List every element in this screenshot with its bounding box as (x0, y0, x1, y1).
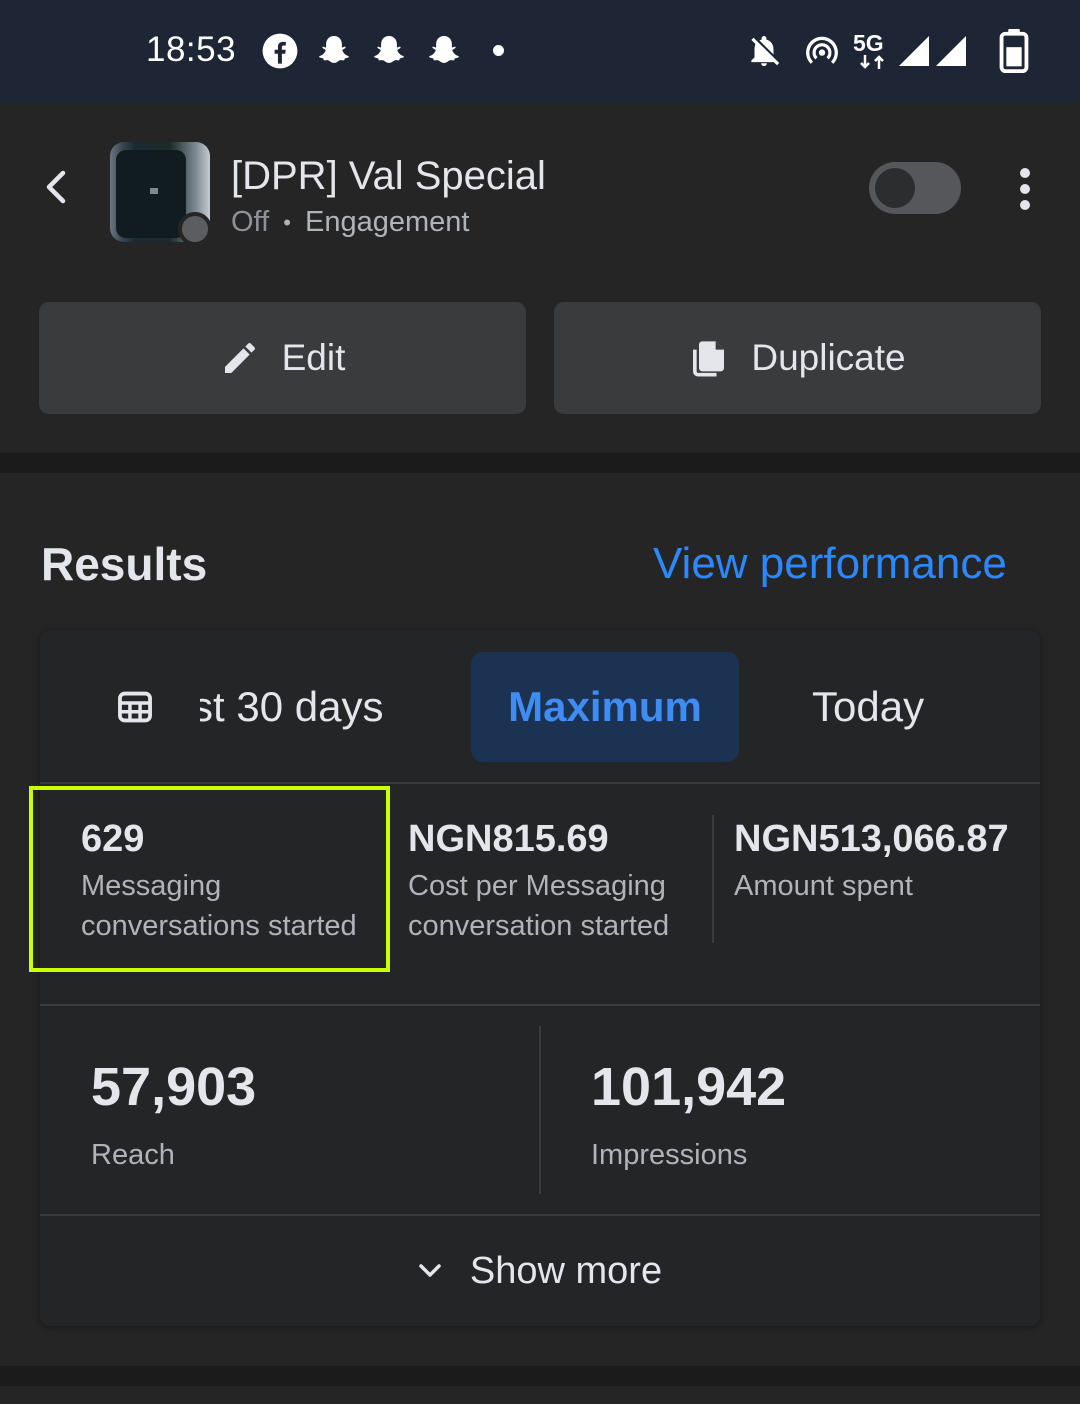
show-more-label: Show more (469, 1249, 663, 1292)
edit-button[interactable]: Edit (39, 302, 526, 414)
campaign-subtitle: Off • Engagement (231, 206, 469, 239)
campaign-name: [DPR] Val Special (231, 154, 546, 198)
results-title: Results (41, 538, 208, 590)
status-time: 18:53 (146, 30, 237, 69)
back-arrow-icon[interactable] (38, 164, 74, 210)
impressions-label: Impressions (591, 1139, 748, 1171)
impressions-value: 101,942 (591, 1057, 787, 1117)
chevron-down-icon (419, 1264, 441, 1277)
metric-divider (712, 815, 714, 943)
show-more-button[interactable]: Show more (40, 1216, 1040, 1326)
more-options-icon[interactable] (1010, 166, 1040, 212)
reach-value: 57,903 (91, 1057, 257, 1117)
snapchat-icon (319, 35, 349, 63)
metric-label-cost-per-conversation: Cost per Messaging conversation started (408, 870, 670, 942)
metric-value-cost-per-conversation: NGN815.69 (408, 818, 609, 860)
status-bar: 18:53 5G (0, 0, 1080, 102)
next-section-edge (0, 1386, 1080, 1404)
tab-today[interactable]: Today (812, 652, 924, 762)
duplicate-icon (693, 341, 725, 377)
campaign-status: Off (231, 206, 270, 238)
reach-impressions-divider (539, 1026, 541, 1194)
tab-maximum[interactable]: Maximum (471, 652, 739, 762)
highlight-box (29, 786, 390, 972)
5g-icon: 5G (853, 30, 891, 74)
row-divider (40, 1004, 1040, 1006)
hotspot-icon (806, 36, 838, 64)
bell-off-icon (751, 35, 780, 67)
tab-last-30-days[interactable]: st 30 days (200, 652, 420, 762)
view-performance-link[interactable]: View performance (653, 539, 1007, 589)
metric-label-amount-spent: Amount spent (734, 870, 913, 902)
toggle-knob (875, 168, 915, 208)
signal-icon (899, 36, 929, 66)
results-card: st 30 days Maximum Today 629 Messaging c… (40, 630, 1040, 1326)
metric-value-amount-spent: NGN513,066.87 (734, 818, 1009, 860)
reach-label: Reach (91, 1139, 175, 1171)
duplicate-button[interactable]: Duplicate (554, 302, 1041, 414)
calendar-icon[interactable] (116, 688, 154, 726)
snapchat-icon (429, 35, 459, 63)
separator: • (283, 210, 291, 236)
duplicate-label: Duplicate (751, 337, 906, 378)
battery-icon (999, 28, 1029, 74)
notification-dot (493, 45, 504, 56)
date-range-tabs: st 30 days Maximum Today (40, 630, 1040, 784)
snapchat-icon (374, 35, 404, 63)
facebook-icon (262, 33, 298, 69)
pencil-icon (224, 343, 255, 373)
signal-icon (936, 36, 966, 66)
campaign-objective: Engagement (304, 206, 470, 238)
status-indicator (178, 212, 212, 246)
edit-label: Edit (281, 337, 346, 378)
campaign-toggle[interactable] (869, 162, 961, 214)
